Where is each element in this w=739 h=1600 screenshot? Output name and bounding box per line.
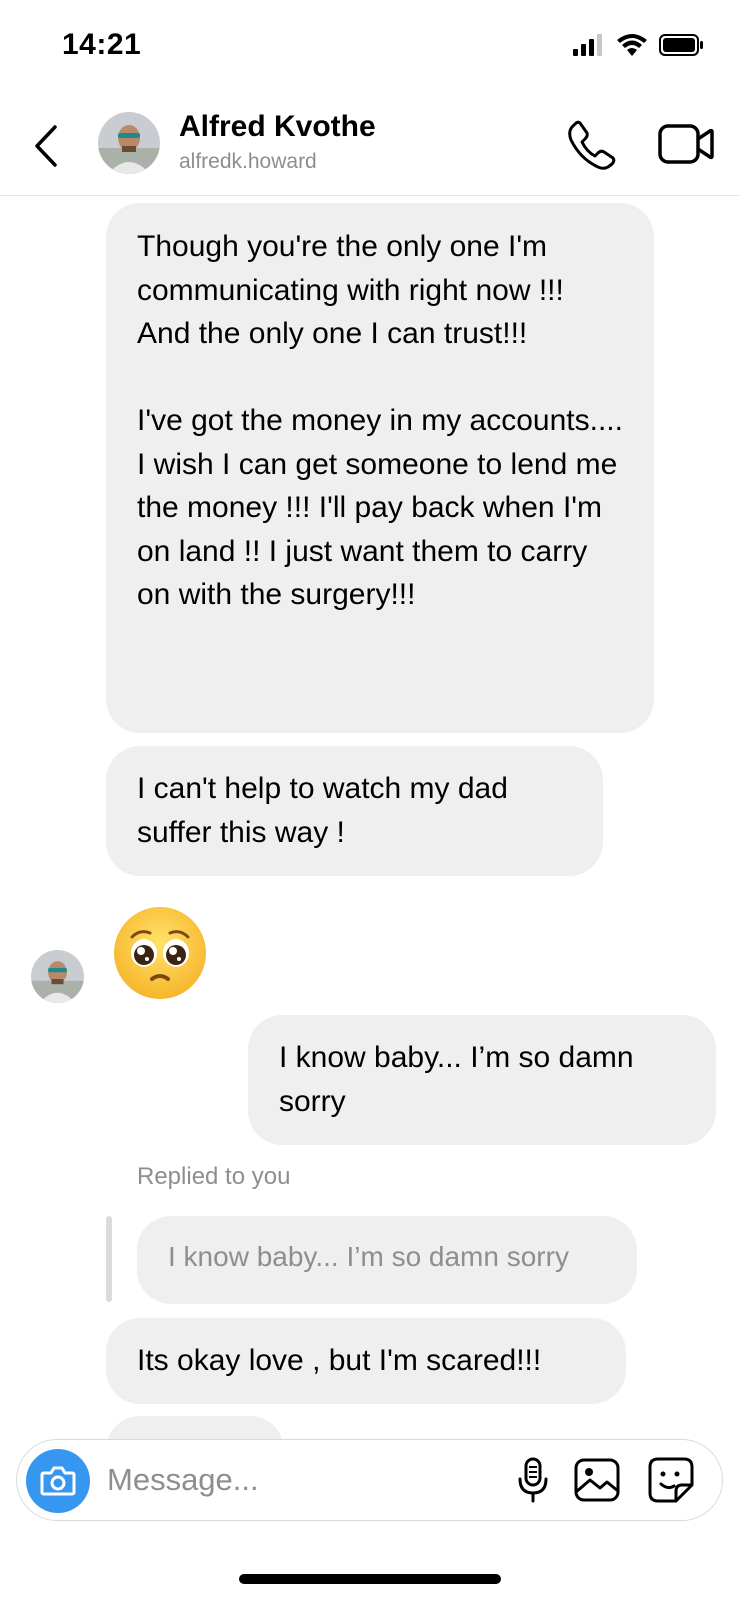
pleading-face-emoji — [114, 907, 206, 999]
quoted-message[interactable]: I know baby... I’m so damn sorry — [137, 1216, 637, 1304]
camera-button[interactable] — [26, 1449, 90, 1513]
message-text: I've got the money in my accounts.... I … — [137, 404, 623, 611]
sticker-icon — [648, 1457, 694, 1503]
reply-indicator-bar — [106, 1216, 112, 1302]
message-text: Its okay love , but I'm scared!!! — [137, 1344, 542, 1377]
contact-name[interactable]: Alfred Kvothe — [179, 110, 376, 144]
status-bar: 14:21 — [0, 0, 739, 96]
message-text: Though you're the only one I'm communica… — [137, 230, 564, 350]
call-icon — [568, 120, 616, 170]
video-call-icon — [658, 124, 714, 164]
signal-icon — [573, 34, 602, 56]
status-time: 14:21 — [62, 28, 142, 61]
sender-avatar[interactable] — [31, 950, 84, 1003]
avatar-image — [98, 112, 160, 174]
quoted-text: I know baby... I’m so damn sorry — [168, 1241, 569, 1272]
message-text: I know baby... I’m so damn sorry — [279, 1041, 634, 1118]
message-composer — [16, 1439, 723, 1521]
message-input[interactable] — [107, 1458, 487, 1502]
gallery-button[interactable] — [571, 1454, 623, 1506]
incoming-message-bubble[interactable]: Its okay love , but I'm scared!!! — [106, 1318, 626, 1404]
emoji-message[interactable] — [110, 903, 210, 1003]
voice-message-button[interactable] — [507, 1454, 559, 1506]
home-indicator[interactable] — [239, 1574, 501, 1584]
replied-to-label: Replied to you — [137, 1163, 291, 1190]
video-call-button[interactable] — [658, 120, 714, 168]
back-button[interactable] — [26, 118, 66, 174]
chat-header: Alfred Kvothe alfredk.howard — [0, 96, 739, 196]
status-icons — [573, 34, 705, 56]
sticker-button[interactable] — [645, 1454, 697, 1506]
contact-username[interactable]: alfredk.howard — [179, 150, 317, 174]
camera-icon — [40, 1466, 76, 1496]
battery-icon — [659, 34, 703, 56]
avatar-image — [31, 950, 84, 1003]
incoming-message-bubble[interactable]: Though you're the only one I'm communica… — [106, 203, 654, 733]
message-text: I can't help to watch my dad suffer this… — [137, 772, 508, 849]
wifi-icon — [617, 34, 647, 56]
incoming-message-bubble[interactable]: I can't help to watch my dad suffer this… — [106, 746, 603, 876]
back-icon — [35, 125, 57, 167]
microphone-icon — [518, 1457, 548, 1503]
gallery-icon — [574, 1458, 620, 1502]
contact-avatar[interactable] — [98, 112, 160, 174]
outgoing-message-bubble[interactable]: I know baby... I’m so damn sorry — [248, 1015, 716, 1145]
audio-call-button[interactable] — [566, 118, 618, 170]
